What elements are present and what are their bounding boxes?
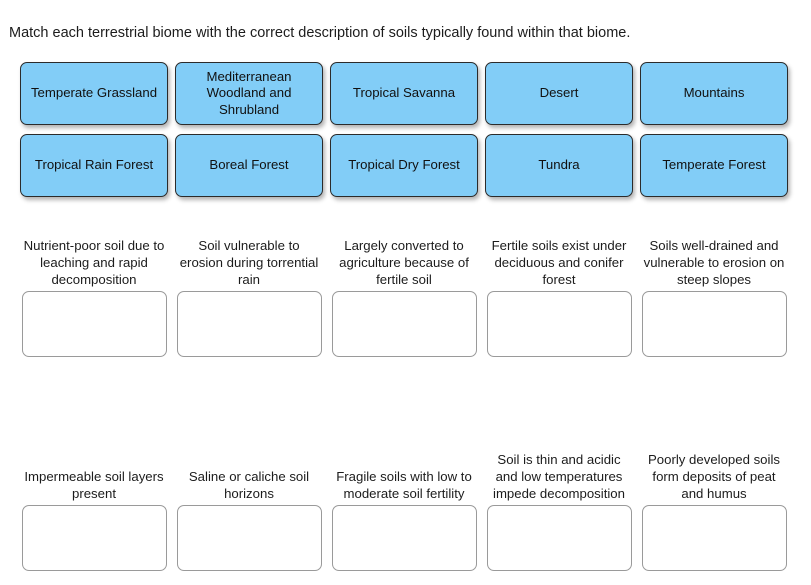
- drop-target[interactable]: [486, 291, 632, 357]
- description-label: Nutrient-poor soil due to leaching and r…: [23, 238, 165, 287]
- drop-target[interactable]: [176, 291, 322, 357]
- description-label: Largely converted to agriculture because…: [339, 238, 469, 287]
- drop-target[interactable]: [331, 505, 477, 571]
- answer-cell: Poorly developed soils form deposits of …: [640, 432, 788, 571]
- description-label: Soil vulnerable to erosion during torren…: [179, 238, 319, 287]
- biome-tile[interactable]: Tropical Rain Forest: [20, 134, 168, 197]
- answer-cell: Soil is thin and acidic and low temperat…: [485, 432, 633, 571]
- drop-target[interactable]: [176, 505, 322, 571]
- description-label: Saline or caliche soil horizons: [188, 469, 310, 501]
- answer-cell: Impermeable soil layers present: [20, 432, 168, 571]
- drop-target[interactable]: [21, 505, 167, 571]
- answer-cell: Nutrient-poor soil due to leaching and r…: [20, 218, 168, 357]
- biome-tile[interactable]: Temperate Grassland: [20, 62, 168, 125]
- caption-wrap: Soil vulnerable to erosion during torren…: [175, 218, 323, 291]
- biome-tile[interactable]: Tropical Dry Forest: [330, 134, 478, 197]
- description-label: Fragile soils with low to moderate soil …: [336, 469, 472, 501]
- caption-wrap: Nutrient-poor soil due to leaching and r…: [20, 218, 168, 291]
- description-label: Soils well-drained and vulnerable to ero…: [643, 238, 785, 287]
- description-label: Poorly developed soils form deposits of …: [648, 452, 780, 501]
- drop-target[interactable]: [486, 505, 632, 571]
- caption-wrap: Fragile soils with low to moderate soil …: [330, 432, 478, 505]
- drop-target[interactable]: [21, 291, 167, 357]
- biome-tile[interactable]: Mountains: [640, 62, 788, 125]
- caption-wrap: Soils well-drained and vulnerable to ero…: [640, 218, 788, 291]
- answer-cell: Saline or caliche soil horizons: [175, 432, 323, 571]
- drop-target[interactable]: [641, 505, 787, 571]
- biome-tile[interactable]: Boreal Forest: [175, 134, 323, 197]
- biome-tile-bank: Temperate Grassland Mediterranean Woodla…: [20, 62, 788, 197]
- biome-tile[interactable]: Desert: [485, 62, 633, 125]
- caption-wrap: Poorly developed soils form deposits of …: [640, 432, 788, 505]
- caption-wrap: Fertile soils exist under deciduous and …: [485, 218, 633, 291]
- description-label: Impermeable soil layers present: [24, 469, 164, 501]
- answer-cell: Fragile soils with low to moderate soil …: [330, 432, 478, 571]
- caption-wrap: Impermeable soil layers present: [20, 432, 168, 505]
- caption-wrap: Largely converted to agriculture because…: [330, 218, 478, 291]
- drop-target[interactable]: [331, 291, 477, 357]
- biome-tile[interactable]: Tundra: [485, 134, 633, 197]
- answer-cell: Soils well-drained and vulnerable to ero…: [640, 218, 788, 357]
- biome-tile[interactable]: Temperate Forest: [640, 134, 788, 197]
- answer-cell: Fertile soils exist under deciduous and …: [485, 218, 633, 357]
- biome-tile[interactable]: Mediterranean Woodland and Shrubland: [175, 62, 323, 125]
- answer-row-first: Nutrient-poor soil due to leaching and r…: [20, 218, 788, 357]
- caption-wrap: Soil is thin and acidic and low temperat…: [485, 432, 633, 505]
- page-title: Match each terrestrial biome with the co…: [9, 25, 631, 41]
- biome-tile[interactable]: Tropical Savanna: [330, 62, 478, 125]
- description-label: Soil is thin and acidic and low temperat…: [493, 452, 625, 501]
- answer-row-second: Impermeable soil layers present Saline o…: [20, 432, 788, 571]
- answer-cell: Largely converted to agriculture because…: [330, 218, 478, 357]
- drop-target[interactable]: [641, 291, 787, 357]
- answer-cell: Soil vulnerable to erosion during torren…: [175, 218, 323, 357]
- description-label: Fertile soils exist under deciduous and …: [491, 238, 627, 287]
- caption-wrap: Saline or caliche soil horizons: [175, 432, 323, 505]
